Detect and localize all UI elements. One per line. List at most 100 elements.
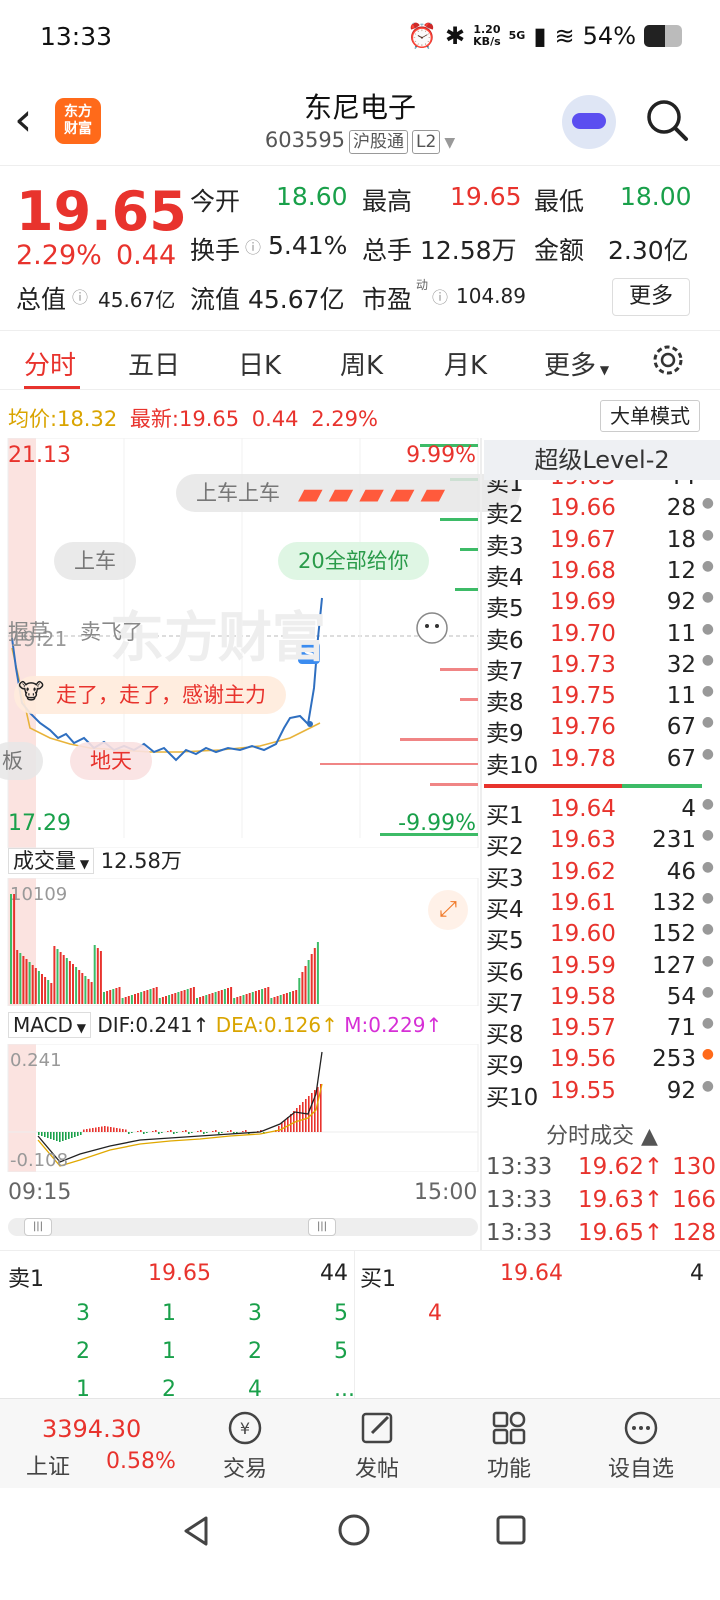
range-end-handle[interactable]: ||| bbox=[308, 1218, 336, 1236]
level-label: 卖5 bbox=[486, 596, 524, 623]
bid-row[interactable]: 买7 19.58 54 ● bbox=[484, 984, 716, 1017]
volume-chart: 10109 bbox=[7, 878, 479, 1006]
ask-row[interactable]: 卖6 19.70 11 ● bbox=[484, 620, 716, 654]
alarm-icon: ⏰ bbox=[407, 22, 438, 50]
danmaku-comment: 卖飞了 bbox=[80, 620, 143, 644]
robot-assistant-icon[interactable] bbox=[562, 95, 616, 149]
system-nav-bar bbox=[0, 1488, 720, 1600]
ask-book: 卖119.6544●卖219.6628●卖319.6718●卖419.6812●… bbox=[484, 480, 720, 780]
ask-row[interactable]: 卖5 19.69 92 ● bbox=[484, 589, 716, 623]
bid-row[interactable]: 买8 19.57 71 ● bbox=[484, 1015, 716, 1048]
danmaku-decoration: ▰▰▰▰▰ bbox=[298, 474, 452, 512]
ask-row[interactable]: 卖10 19.78 67 ● bbox=[484, 746, 716, 779]
ask-row[interactable]: 卖9 19.76 67 ● bbox=[484, 714, 716, 747]
ask-row[interactable]: 卖7 19.73 32 ● bbox=[484, 651, 716, 685]
bid-row[interactable]: 买10 19.55 92 ● bbox=[484, 1077, 716, 1111]
bluetooth-icon: ✱ bbox=[445, 22, 466, 50]
bid-row[interactable]: 买4 19.61 132 ● bbox=[484, 890, 716, 923]
danmaku-comment: 地天 bbox=[70, 742, 152, 780]
dot-icon: ● bbox=[701, 651, 714, 668]
nav-recents-icon[interactable] bbox=[494, 1513, 528, 1547]
range-start-handle[interactable]: ||| bbox=[24, 1218, 52, 1236]
tick-trades-title[interactable]: 分时成交 ▲ bbox=[484, 1118, 720, 1150]
ask-row[interactable]: 卖2 19.66 28 ● bbox=[484, 495, 716, 528]
level-volume: 231 bbox=[652, 827, 696, 854]
info-icon[interactable]: ⓘ bbox=[245, 234, 261, 258]
depth-bid-order: 4 bbox=[428, 1301, 442, 1326]
bid-row[interactable]: 买6 19.59 127 ● bbox=[484, 953, 716, 986]
search-icon[interactable] bbox=[645, 98, 689, 142]
index-pct[interactable]: 0.58% bbox=[106, 1449, 176, 1474]
expand-icon[interactable]: ⤢ bbox=[428, 890, 468, 930]
time-range-scrollbar[interactable]: ||| ||| bbox=[8, 1218, 478, 1236]
add-watchlist-button[interactable]: 设自选 bbox=[596, 1409, 686, 1483]
depth-bid-price: 19.64 bbox=[500, 1261, 563, 1286]
macd-header[interactable]: MACD ▼ DIF:0.241↑ DEA:0.126↑ M:0.229↑ bbox=[8, 1012, 442, 1038]
macd-dea: DEA:0.126 bbox=[215, 1013, 322, 1037]
bid-row[interactable]: 买9 19.56 253 ● bbox=[484, 1046, 716, 1079]
network-type: 5G bbox=[508, 29, 526, 42]
functions-button[interactable]: 功能 bbox=[464, 1409, 554, 1483]
tab-weekly-k[interactable]: 周K bbox=[340, 345, 383, 382]
level-volume: 71 bbox=[666, 1015, 696, 1042]
level2-header[interactable]: 超级Level-2 bbox=[484, 440, 720, 480]
amount-value: 2.30亿 bbox=[608, 236, 689, 265]
ask-row[interactable]: 卖8 19.75 11 ● bbox=[484, 683, 716, 716]
dot-icon: ● bbox=[701, 1046, 714, 1063]
level-price: 19.60 bbox=[550, 921, 616, 948]
change-percent: 2.29% bbox=[16, 240, 102, 271]
nav-back-icon[interactable] bbox=[180, 1514, 214, 1548]
macd-dif: DIF:0.241 bbox=[97, 1013, 193, 1037]
big-order-mode-button[interactable]: 大单模式 bbox=[600, 400, 700, 432]
tab-daily-k[interactable]: 日K bbox=[238, 345, 281, 382]
level-price: 19.66 bbox=[550, 495, 616, 522]
volume-select[interactable]: 成交量 ▼ bbox=[8, 848, 95, 874]
high-label: 最高 bbox=[362, 187, 413, 216]
depth-bid-label: 买1 bbox=[360, 1267, 396, 1292]
pe-dynamic-mark: 动 bbox=[416, 278, 429, 292]
nav-home-icon[interactable] bbox=[336, 1512, 372, 1548]
edit-icon bbox=[361, 1412, 393, 1444]
level-volume: 4 bbox=[681, 796, 696, 822]
macd-select[interactable]: MACD ▼ bbox=[8, 1012, 91, 1038]
level-label: 卖10 bbox=[486, 752, 539, 779]
tick-volume: 166 bbox=[672, 1187, 716, 1213]
ask-row[interactable]: 卖4 19.68 12 ● bbox=[484, 558, 716, 591]
bid-row[interactable]: 买1 19.64 4 ● bbox=[484, 796, 716, 829]
tab-monthly-k[interactable]: 月K bbox=[444, 345, 487, 382]
volume-header[interactable]: 成交量 ▼ 12.58万 bbox=[8, 845, 182, 875]
level-volume: 28 bbox=[666, 495, 696, 522]
volume-label: 总手 bbox=[362, 236, 413, 265]
tab-intraday[interactable]: 分时 bbox=[24, 345, 76, 382]
danmaku-comment: 上车 bbox=[54, 542, 136, 580]
dropdown-icon[interactable]: ▼ bbox=[444, 135, 455, 151]
level-volume: 92 bbox=[666, 1077, 696, 1104]
level-label: 买5 bbox=[486, 928, 524, 955]
post-button[interactable]: 发帖 bbox=[332, 1409, 422, 1483]
trade-button[interactable]: ¥ 交易 bbox=[200, 1409, 290, 1483]
tick-price: 19.65↑ bbox=[578, 1220, 664, 1246]
index-name[interactable]: 上证 bbox=[26, 1449, 70, 1481]
level-price: 19.70 bbox=[550, 620, 616, 647]
ask-row[interactable]: 卖3 19.67 18 ● bbox=[484, 527, 716, 560]
level-label: 卖3 bbox=[486, 533, 524, 560]
level-label: 卖4 bbox=[486, 564, 524, 591]
ask-row[interactable]: 卖119.6544● bbox=[484, 480, 716, 497]
volume-max: 10109 bbox=[10, 884, 67, 905]
settings-icon[interactable] bbox=[650, 342, 686, 378]
dot-icon: ● bbox=[701, 1077, 714, 1094]
open-label: 今开 bbox=[190, 187, 241, 216]
info-icon[interactable]: ⓘ bbox=[72, 284, 88, 308]
dot-icon: ● bbox=[701, 796, 714, 812]
bid-row[interactable]: 买3 19.62 46 ● bbox=[484, 859, 716, 892]
tab-five-day[interactable]: 五日 bbox=[128, 345, 180, 382]
info-icon[interactable]: ⓘ bbox=[432, 284, 448, 308]
more-button[interactable]: 更多 bbox=[612, 278, 690, 316]
level2-tag: L2 bbox=[412, 130, 441, 154]
index-value[interactable]: 3394.30 bbox=[42, 1415, 141, 1443]
bid-row[interactable]: 买5 19.60 152 ● bbox=[484, 921, 716, 955]
depth-panel: 卖1 19.65 44 买1 19.64 4 3 1 3 5 2 1 2 5 1 2 4... 4 bbox=[0, 1250, 720, 1402]
dot-icon: ● bbox=[701, 921, 714, 938]
bid-row[interactable]: 买2 19.63 231 ● bbox=[484, 827, 716, 860]
tab-more[interactable]: 更多 ▼ bbox=[544, 345, 609, 382]
